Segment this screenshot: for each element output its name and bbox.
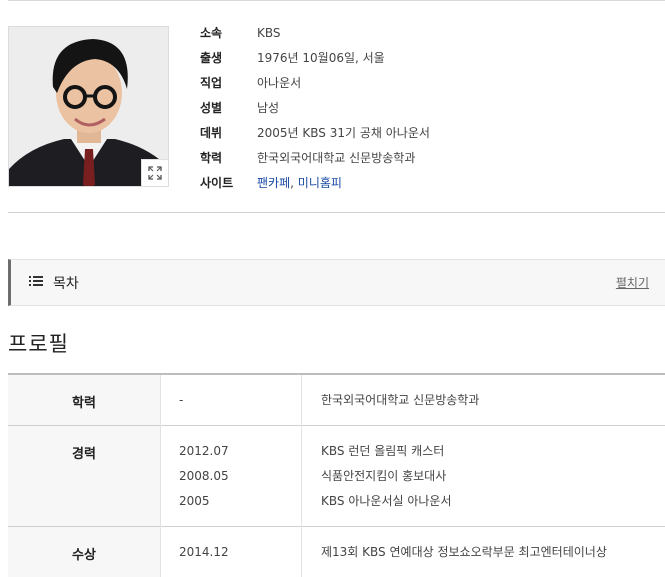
row-header: 학력: [8, 374, 161, 426]
desc-cell: 제13회 KBS 연예대상 정보쇼오락부문 최고엔터테이너상: [302, 527, 665, 577]
table-of-contents: 목차 펼치기: [8, 259, 665, 306]
list-icon: [29, 275, 43, 287]
info-label: 출생: [200, 48, 255, 68]
profile-photo[interactable]: [8, 26, 169, 187]
info-label: 성별: [200, 98, 255, 118]
table-row: 수상 2014.12 제13회 KBS 연예대상 정보쇼오락부문 최고엔터테이너…: [8, 527, 665, 577]
profile-section-title: 프로필: [8, 328, 69, 358]
fancafe-link[interactable]: 팬카페: [257, 176, 290, 190]
desc-cell: 한국외국어대학교 신문방송학과: [302, 374, 665, 426]
info-label: 사이트: [200, 173, 255, 193]
toc-expand-link[interactable]: 펼치기: [616, 274, 649, 291]
site-separator: ,: [290, 176, 294, 190]
expand-photo-button[interactable]: [141, 159, 168, 186]
info-value: 2005년 KBS 31기 공채 아나운서: [257, 123, 430, 143]
info-label: 학력: [200, 148, 255, 168]
date-cell: -: [161, 374, 302, 426]
info-value: 한국외국어대학교 신문방송학과: [257, 148, 415, 168]
date-value: 2005: [179, 489, 301, 514]
table-row: 경력 2012.07 2008.05 2005 KBS 런던 올림픽 캐스터 식…: [8, 426, 665, 527]
info-value: 아나운서: [257, 73, 301, 93]
info-value: 남성: [257, 98, 279, 118]
row-header: 경력: [8, 426, 161, 527]
profile-table: 학력 - 한국외국어대학교 신문방송학과 경력 2012.07 2008.05 …: [8, 373, 665, 577]
date-cell: 2014.12: [161, 527, 302, 577]
info-value: KBS: [257, 23, 281, 43]
section-divider: [8, 212, 665, 213]
date-value: 2012.07: [179, 439, 301, 464]
info-label: 직업: [200, 73, 255, 93]
row-header: 수상: [8, 527, 161, 577]
desc-value: KBS 아나운서실 아나운서: [321, 489, 665, 514]
desc-value: KBS 런던 올림픽 캐스터: [321, 439, 665, 464]
desc-value: 제13회 KBS 연예대상 정보쇼오락부문 최고엔터테이너상: [321, 540, 665, 565]
info-value: 1976년 10월06일, 서울: [257, 48, 385, 68]
date-value: -: [179, 388, 301, 413]
date-cell: 2012.07 2008.05 2005: [161, 426, 302, 527]
info-label: 데뷔: [200, 123, 255, 143]
date-value: 2008.05: [179, 464, 301, 489]
info-label: 소속: [200, 23, 255, 43]
top-divider: [8, 0, 665, 1]
info-value-site: 팬카페, 미니홈피: [257, 173, 342, 193]
expand-icon: [148, 166, 162, 180]
desc-value: 한국외국어대학교 신문방송학과: [321, 388, 665, 413]
table-row: 학력 - 한국외국어대학교 신문방송학과: [8, 374, 665, 426]
desc-value: 식품안전지킴이 홍보대사: [321, 464, 665, 489]
date-value: 2014.12: [179, 540, 301, 565]
toc-title: 목차: [53, 273, 79, 293]
minihompy-link[interactable]: 미니홈피: [298, 176, 342, 190]
desc-cell: KBS 런던 올림픽 캐스터 식품안전지킴이 홍보대사 KBS 아나운서실 아나…: [302, 426, 665, 527]
